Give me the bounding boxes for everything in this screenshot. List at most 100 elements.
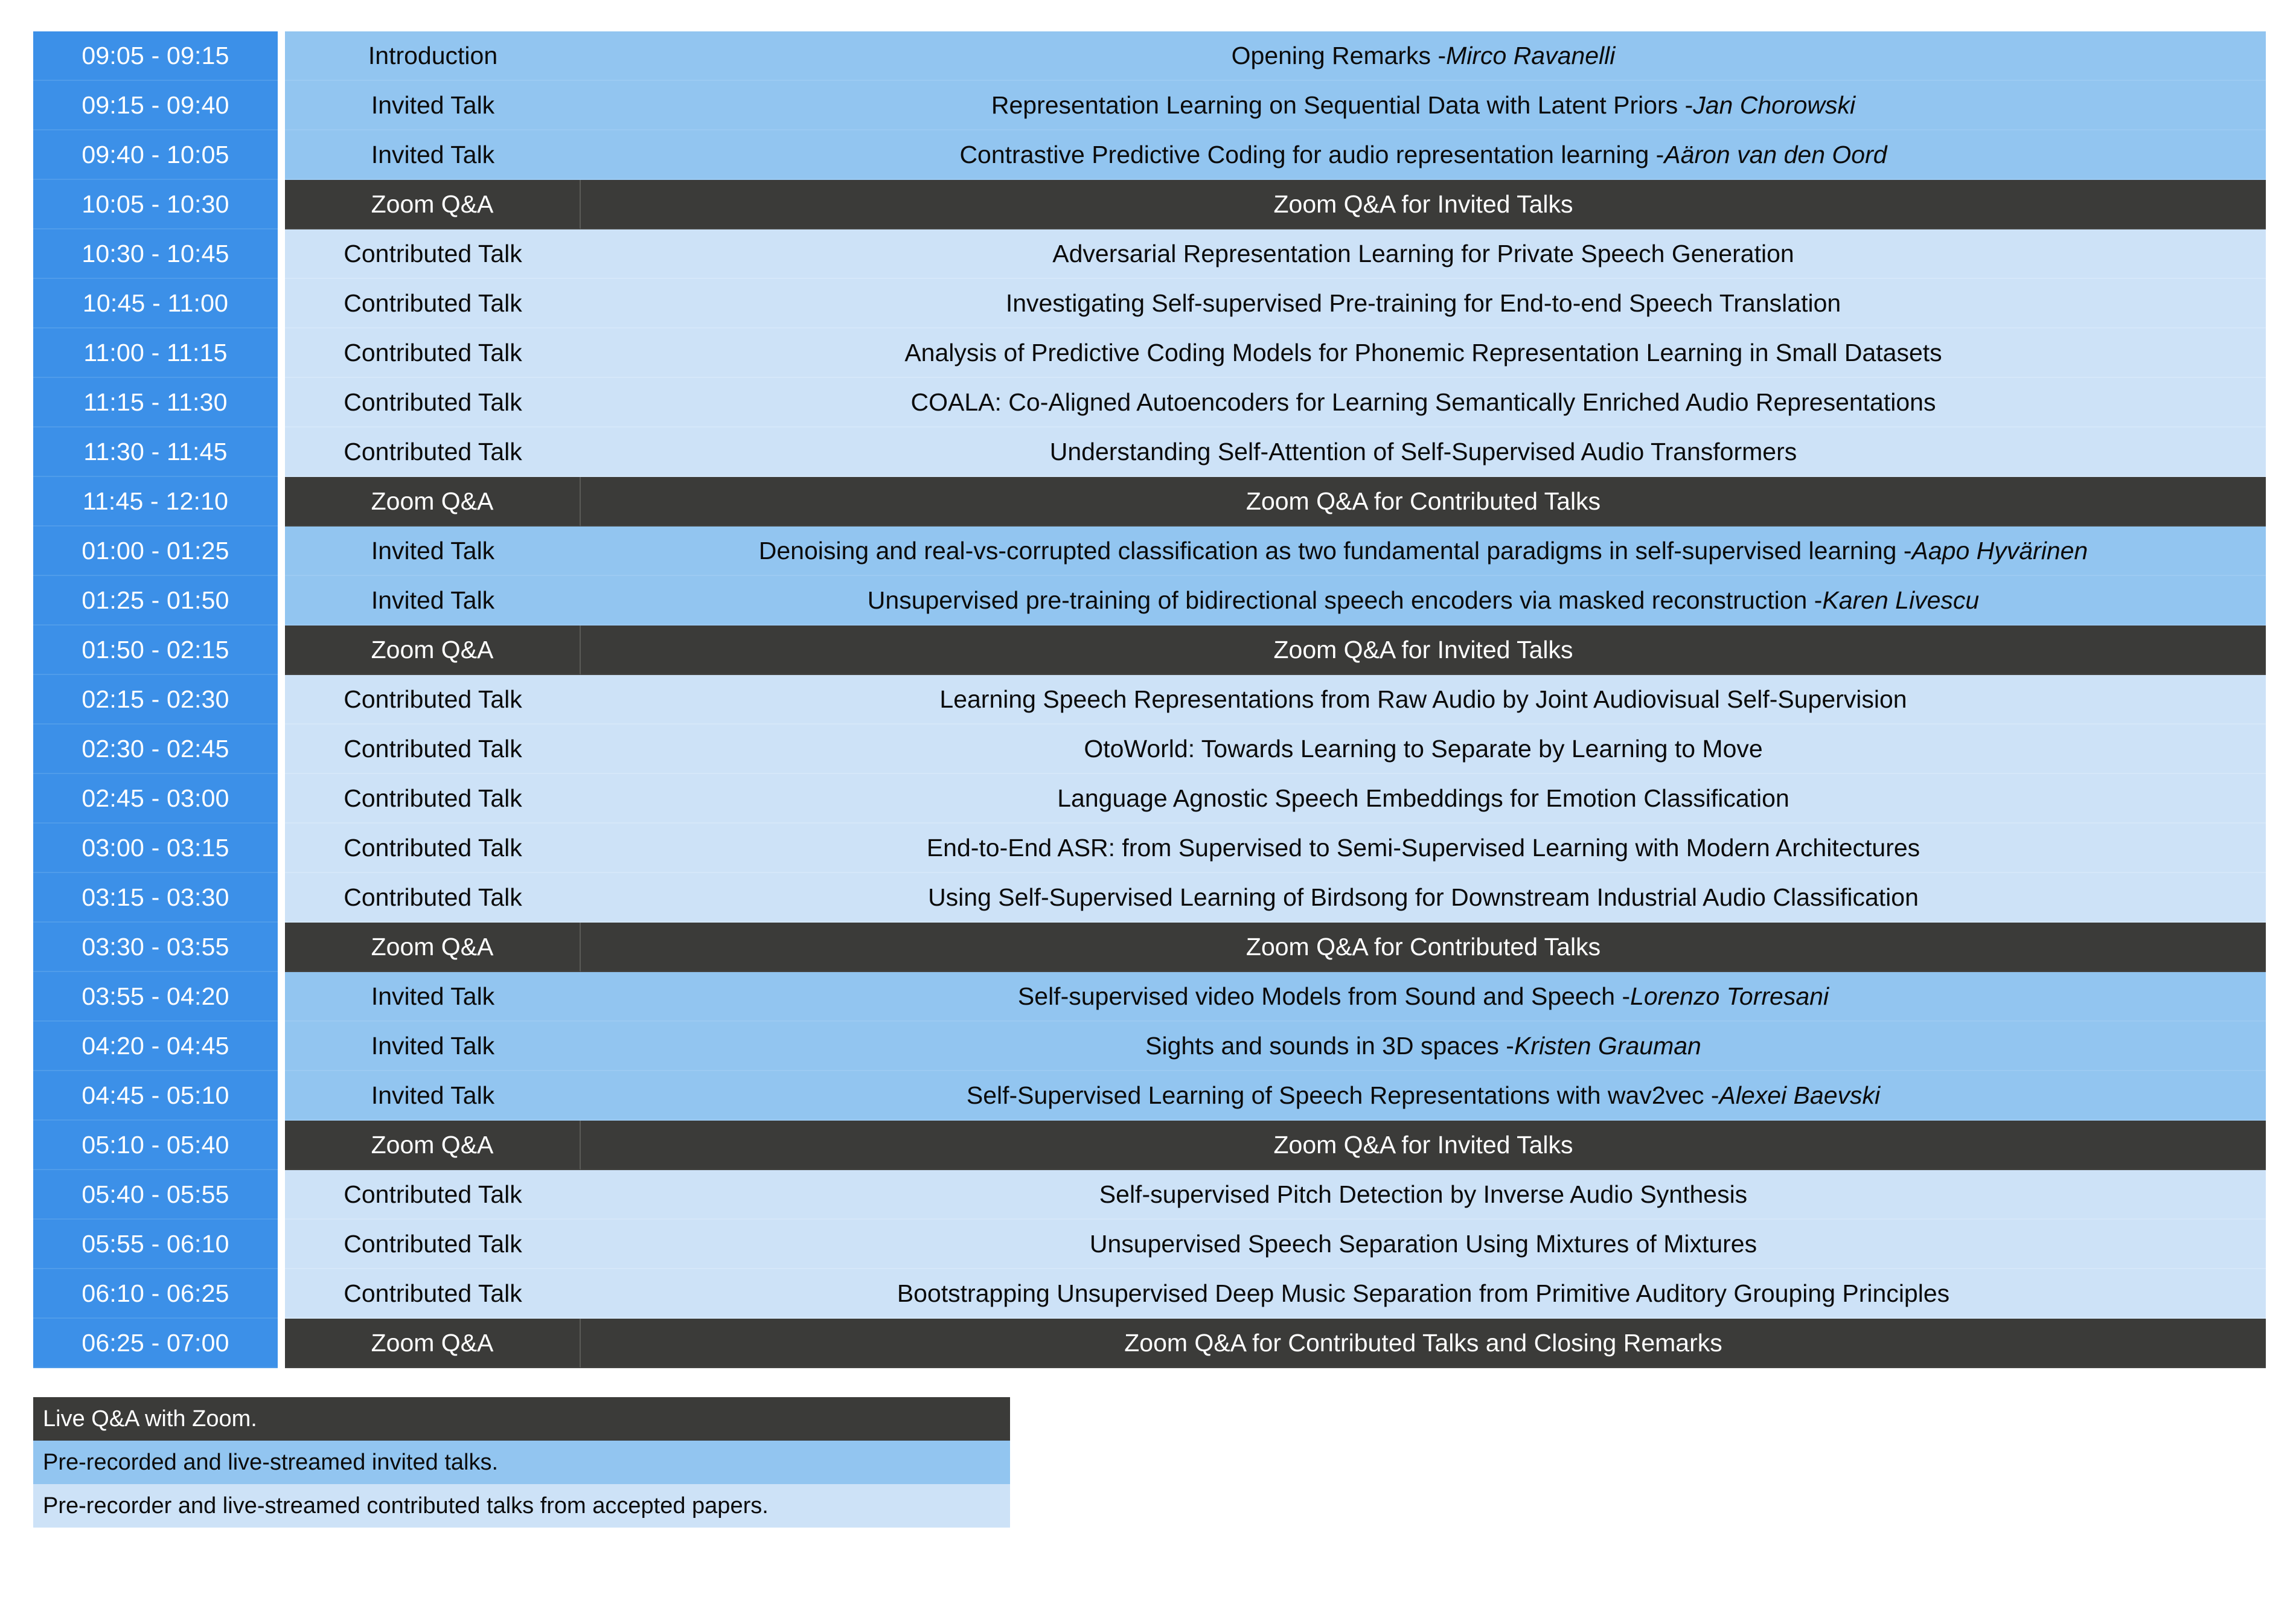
session-type: Invited Talk: [285, 1022, 581, 1071]
column-gap: [278, 427, 285, 477]
schedule-row: 02:30 - 02:45 Contributed Talk OtoWorld: T…: [33, 725, 2266, 774]
session-type: Invited Talk: [285, 972, 581, 1022]
session-title: Unsupervised Speech Separation Using Mix…: [581, 1220, 2266, 1269]
session-time: 05:10 - 05:40: [33, 1121, 278, 1170]
schedule-row: 04:20 - 04:45 Invited Talk Sights and soun…: [33, 1022, 2266, 1071]
column-gap: [278, 576, 285, 626]
session-time: 11:45 - 12:10: [33, 477, 278, 526]
session-title: Bootstrapping Unsupervised Deep Music Se…: [581, 1269, 2266, 1319]
column-gap: [278, 180, 285, 229]
session-time: 03:15 - 03:30: [33, 873, 278, 923]
legend-item: Pre-recorded and live-streamed invited t…: [33, 1441, 1010, 1484]
session-type: Contributed Talk: [285, 774, 581, 824]
column-gap: [278, 81, 285, 130]
session-speaker: Lorenzo Torresani: [1630, 982, 1829, 1010]
session-time: 03:55 - 04:20: [33, 972, 278, 1022]
session-type: Contributed Talk: [285, 873, 581, 923]
legend-item: Live Q&A with Zoom.: [33, 1397, 1010, 1441]
session-time: 02:15 - 02:30: [33, 675, 278, 725]
session-title-text: Sights and sounds in 3D spaces -: [1145, 1031, 1514, 1060]
session-type: Zoom Q&A: [285, 1121, 581, 1170]
session-title-text: Analysis of Predictive Coding Models for…: [904, 338, 1942, 366]
session-title: Zoom Q&A for Contributed Talks: [581, 923, 2266, 972]
session-type: Contributed Talk: [285, 1170, 581, 1220]
schedule-row: 11:45 - 12:10 Zoom Q&A Zoom Q&A for Contri…: [33, 477, 2266, 526]
session-title-text: Zoom Q&A for Contributed Talks: [1246, 487, 1601, 515]
session-time: 10:30 - 10:45: [33, 229, 278, 279]
session-time: 09:05 - 09:15: [33, 31, 278, 81]
session-title-text: Self-Supervised Learning of Speech Repre…: [966, 1081, 1719, 1109]
session-title: Zoom Q&A for Invited Talks: [581, 180, 2266, 229]
session-time: 11:15 - 11:30: [33, 378, 278, 427]
column-gap: [278, 31, 285, 81]
session-title-text: Zoom Q&A for Contributed Talks and Closi…: [1124, 1328, 1722, 1357]
column-gap: [278, 279, 285, 328]
session-title-text: Zoom Q&A for Invited Talks: [1273, 1130, 1573, 1159]
schedule-row: 11:00 - 11:15 Contributed Talk Analysis of…: [33, 328, 2266, 378]
session-title-text: Zoom Q&A for Invited Talks: [1273, 635, 1573, 664]
session-type: Zoom Q&A: [285, 923, 581, 972]
session-title-text: Adversarial Representation Learning for …: [1052, 239, 1794, 267]
session-type: Introduction: [285, 31, 581, 81]
session-title: Zoom Q&A for Invited Talks: [581, 626, 2266, 675]
session-type: Invited Talk: [285, 81, 581, 130]
column-gap: [278, 1121, 285, 1170]
schedule-row: 03:15 - 03:30 Contributed Talk Using Self-…: [33, 873, 2266, 923]
session-type: Contributed Talk: [285, 824, 581, 873]
session-title-text: Investigating Self-supervised Pre-traini…: [1005, 289, 1841, 317]
session-title: Zoom Q&A for Contributed Talks: [581, 477, 2266, 526]
schedule-row: 09:15 - 09:40 Invited Talk Representation …: [33, 81, 2266, 130]
session-time: 05:40 - 05:55: [33, 1170, 278, 1220]
column-gap: [278, 526, 285, 576]
column-gap: [278, 130, 285, 180]
column-gap: [278, 477, 285, 526]
session-time: 01:00 - 01:25: [33, 526, 278, 576]
session-speaker: Aapo Hyvärinen: [1911, 536, 2088, 565]
session-title: Zoom Q&A for Invited Talks: [581, 1121, 2266, 1170]
session-type: Zoom Q&A: [285, 1319, 581, 1368]
schedule-legend: Live Q&A with Zoom. Pre-recorded and live…: [33, 1397, 1010, 1528]
schedule-row: 11:15 - 11:30 Contributed Talk COALA: Co-A…: [33, 378, 2266, 427]
schedule-row: 01:50 - 02:15 Zoom Q&A Zoom Q&A for Invite…: [33, 626, 2266, 675]
session-time: 01:25 - 01:50: [33, 576, 278, 626]
schedule-row: 03:30 - 03:55 Zoom Q&A Zoom Q&A for Contri…: [33, 923, 2266, 972]
column-gap: [278, 328, 285, 378]
legend-label: Pre-recorded and live-streamed invited t…: [43, 1449, 499, 1475]
session-speaker: Aäron van den Oord: [1664, 140, 1887, 168]
session-time: 06:10 - 06:25: [33, 1269, 278, 1319]
session-type: Contributed Talk: [285, 427, 581, 477]
column-gap: [278, 774, 285, 824]
column-gap: [278, 725, 285, 774]
session-title: Understanding Self-Attention of Self-Sup…: [581, 427, 2266, 477]
schedule-table: 09:05 - 09:15 Introduction Opening Remarks…: [33, 31, 2266, 1368]
column-gap: [278, 873, 285, 923]
session-title-text: Unsupervised Speech Separation Using Mix…: [1089, 1229, 1757, 1258]
session-title: Zoom Q&A for Contributed Talks and Closi…: [581, 1319, 2266, 1368]
session-title-text: Language Agnostic Speech Embeddings for …: [1057, 784, 1789, 812]
session-time: 02:30 - 02:45: [33, 725, 278, 774]
session-time: 11:00 - 11:15: [33, 328, 278, 378]
session-title: Language Agnostic Speech Embeddings for …: [581, 774, 2266, 824]
session-time: 03:00 - 03:15: [33, 824, 278, 873]
session-title: Self-Supervised Learning of Speech Repre…: [581, 1071, 2266, 1121]
legend-label: Live Q&A with Zoom.: [43, 1406, 257, 1432]
session-title: End-to-End ASR: from Supervised to Semi-…: [581, 824, 2266, 873]
session-time: 03:30 - 03:55: [33, 923, 278, 972]
legend-label: Pre-recorder and live-streamed contribut…: [43, 1493, 769, 1519]
session-title-text: End-to-End ASR: from Supervised to Semi-…: [926, 833, 1920, 862]
session-time: 04:45 - 05:10: [33, 1071, 278, 1121]
column-gap: [278, 1022, 285, 1071]
session-time: 10:45 - 11:00: [33, 279, 278, 328]
column-gap: [278, 378, 285, 427]
session-title-text: Zoom Q&A for Invited Talks: [1273, 190, 1573, 218]
session-type: Contributed Talk: [285, 279, 581, 328]
session-title-text: Opening Remarks -: [1231, 41, 1447, 69]
column-gap: [278, 1319, 285, 1368]
session-type: Zoom Q&A: [285, 180, 581, 229]
session-title-text: Zoom Q&A for Contributed Talks: [1246, 932, 1601, 961]
session-title: Representation Learning on Sequential Da…: [581, 81, 2266, 130]
schedule-row: 10:05 - 10:30 Zoom Q&A Zoom Q&A for Invite…: [33, 180, 2266, 229]
session-type: Contributed Talk: [285, 328, 581, 378]
session-title: Adversarial Representation Learning for …: [581, 229, 2266, 279]
session-type: Contributed Talk: [285, 229, 581, 279]
